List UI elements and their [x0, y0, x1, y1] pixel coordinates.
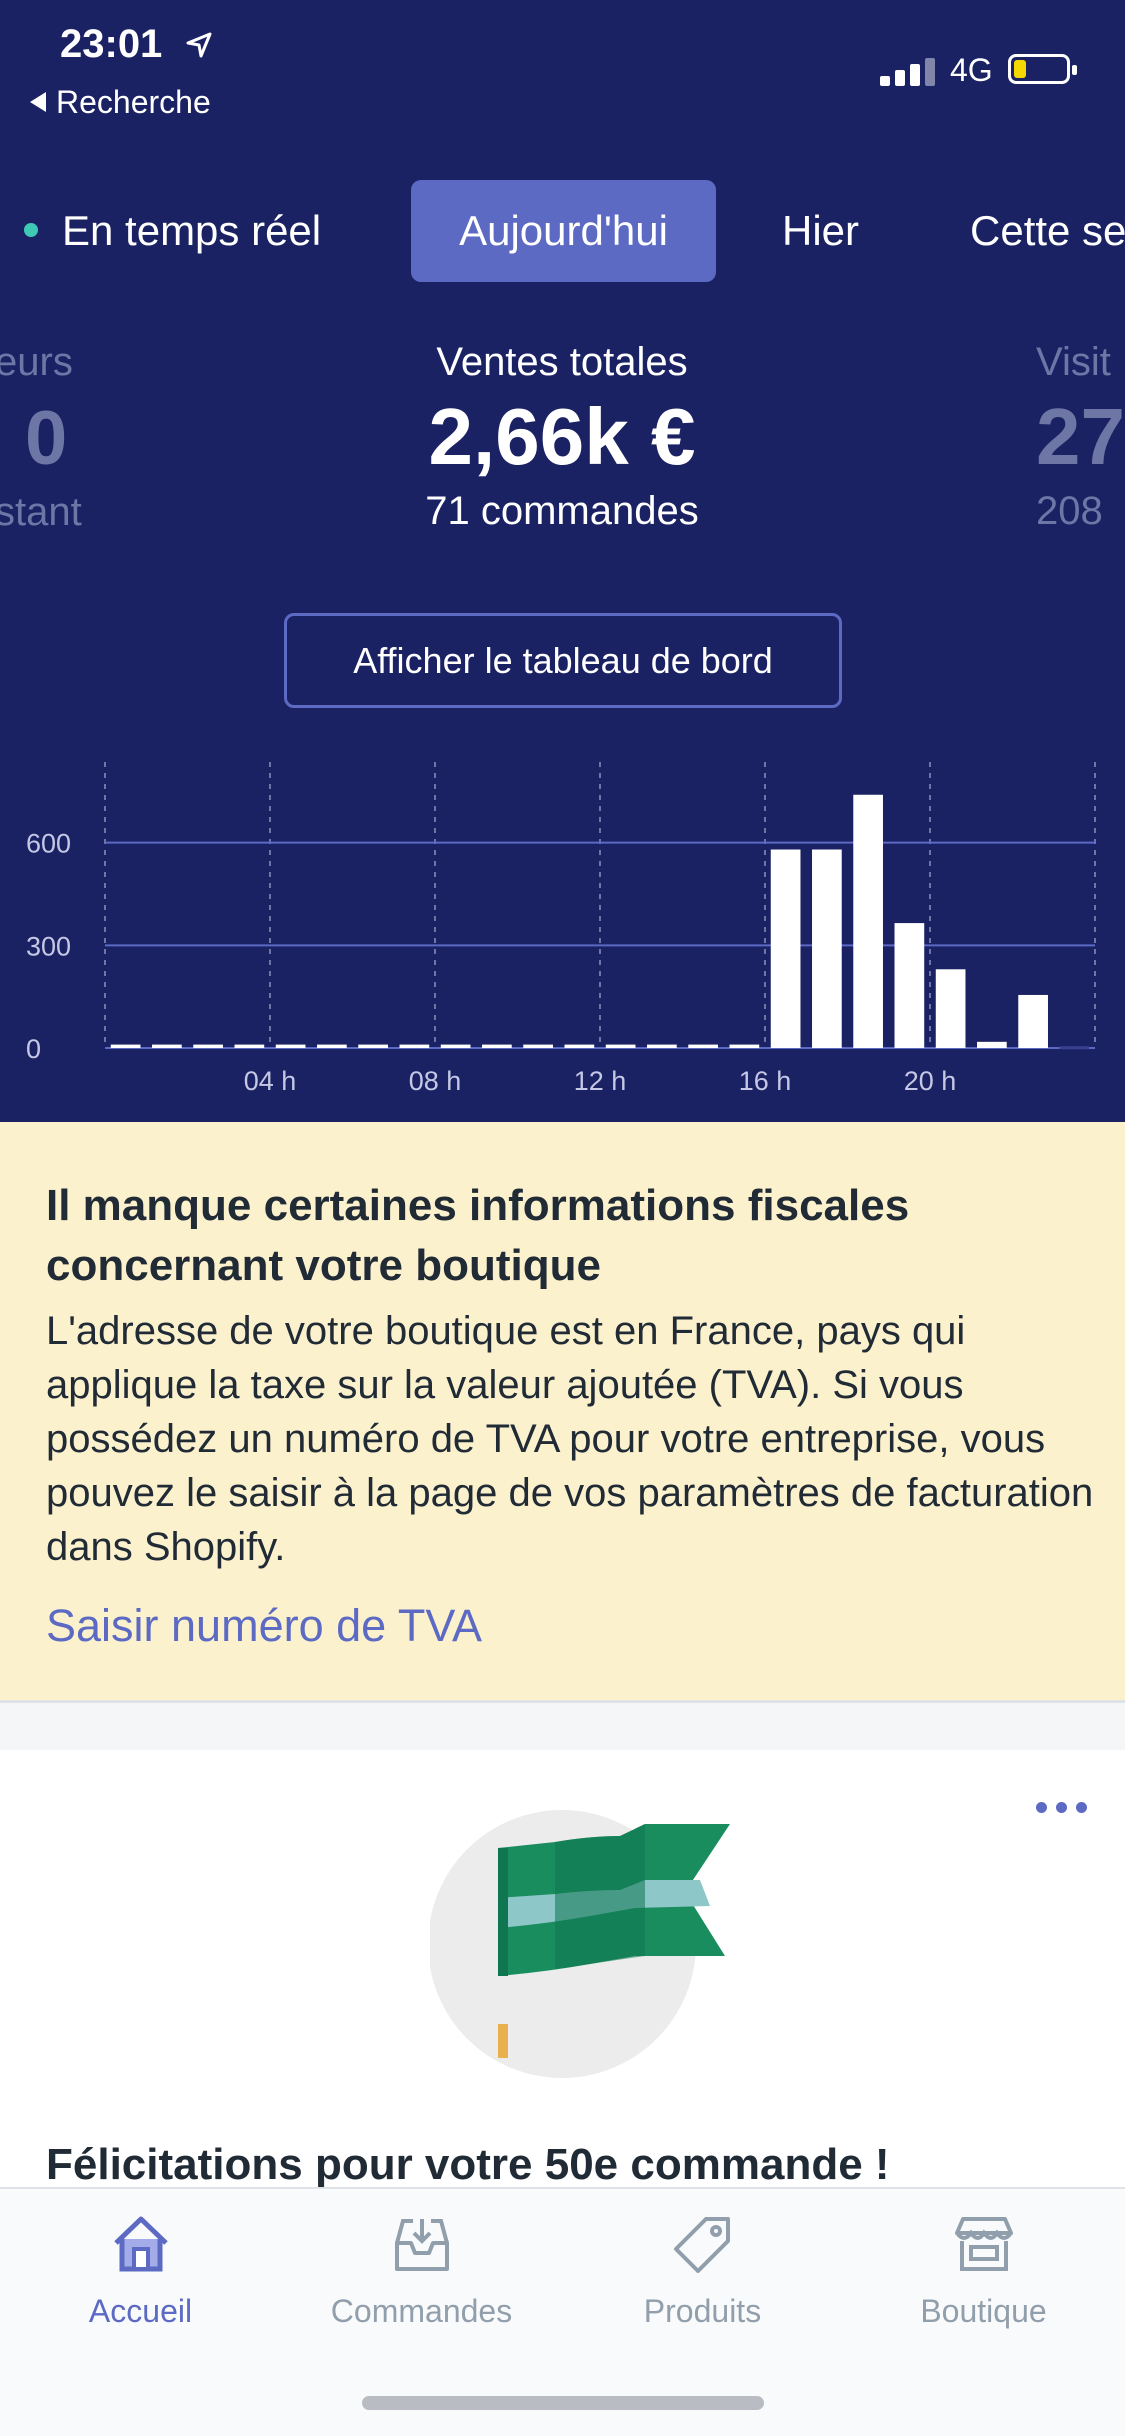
- metric-value: 0: [25, 396, 68, 481]
- tab-today[interactable]: Aujourd'hui: [411, 180, 716, 282]
- chart-bar: [853, 794, 883, 1048]
- chart-bar: [482, 1044, 512, 1048]
- chart-bar: [358, 1044, 388, 1048]
- metric-sub: stant: [0, 490, 82, 534]
- show-dashboard-button[interactable]: Afficher le tableau de bord: [284, 613, 842, 708]
- tab-orders-label: Commandes: [330, 2293, 513, 2329]
- metric-total-sales[interactable]: Ventes totales 2,66k € 71 commandes: [262, 340, 862, 534]
- metric-visits[interactable]: Visit 27 208: [1036, 340, 1125, 534]
- back-to-search[interactable]: Recherche: [30, 84, 211, 121]
- chart-bar: [1018, 994, 1048, 1048]
- metric-label: Visit: [1036, 340, 1111, 384]
- x-tick-label: 08 h: [409, 1066, 462, 1096]
- tab-orders[interactable]: Commandes: [281, 2189, 562, 2349]
- metric-visitors-now[interactable]: eurs 0 stant: [0, 340, 95, 535]
- chart-bar: [812, 849, 842, 1048]
- tab-products[interactable]: Produits: [562, 2189, 843, 2349]
- chart-bar: [647, 1044, 677, 1048]
- flag-illustration: [430, 1810, 730, 2078]
- tag-icon: [674, 2217, 730, 2273]
- metric-label: Ventes totales: [436, 340, 688, 384]
- orders-inbox-icon: [395, 2219, 449, 2271]
- x-tick-label: 04 h: [244, 1066, 297, 1096]
- battery-icon: [1008, 54, 1077, 84]
- chart-bar: [1059, 1046, 1090, 1050]
- metric-label: eurs: [0, 340, 73, 384]
- metric-value: 27: [1036, 392, 1125, 481]
- banner-body: L'adresse de votre boutique est en Franc…: [46, 1309, 1094, 1569]
- chart-bar: [564, 1044, 595, 1048]
- tab-store-label: Boutique: [920, 2293, 1047, 2329]
- chart-bar: [977, 1041, 1007, 1048]
- store-icon: [955, 2217, 1013, 2271]
- chart-bar: [770, 849, 801, 1048]
- section-divider: [0, 1700, 1125, 1750]
- back-arrow-icon: [30, 91, 46, 112]
- y-tick-label: 600: [26, 829, 71, 859]
- card-title: Félicitations pour votre 50e commande !: [46, 2140, 890, 2189]
- tab-products-label: Produits: [643, 2293, 762, 2329]
- chart-bar: [440, 1044, 471, 1048]
- tab-live[interactable]: En temps réel: [24, 180, 321, 282]
- signal-icon: [880, 56, 938, 86]
- chart-bar: [110, 1044, 141, 1048]
- live-dot-icon: [24, 222, 38, 237]
- chart-bar: [894, 923, 925, 1048]
- tab-yesterday[interactable]: Hier: [782, 180, 859, 282]
- chart-bar: [688, 1044, 718, 1048]
- tab-store[interactable]: Boutique: [843, 2189, 1124, 2349]
- chart-bar: [523, 1044, 553, 1048]
- network-type: 4G: [950, 52, 993, 88]
- chart-bar: [317, 1044, 347, 1048]
- chart-bar: [275, 1044, 306, 1048]
- home-icon: [114, 2216, 168, 2272]
- analytics-header: 23:01 Recherche 4G En temps réel Aujourd…: [0, 0, 1125, 1122]
- tab-home-label: Accueil: [88, 2293, 193, 2329]
- metric-sub: 71 commandes: [425, 489, 699, 533]
- chart-bar: [234, 1044, 265, 1048]
- status-time: 23:01: [60, 22, 163, 66]
- more-options-icon[interactable]: [1036, 1800, 1088, 1816]
- y-tick-label: 0: [26, 1034, 41, 1064]
- x-tick-label: 20 h: [904, 1066, 957, 1096]
- chart-bar: [605, 1044, 636, 1048]
- x-tick-label: 16 h: [739, 1066, 792, 1096]
- chart-bar: [935, 969, 966, 1048]
- tax-info-banner: Il manque certaines informations fiscale…: [0, 1122, 1125, 1700]
- chart-bar: [399, 1044, 430, 1048]
- chart-bar: [729, 1044, 760, 1048]
- tab-this-week[interactable]: Cette se: [970, 180, 1125, 282]
- enter-vat-link[interactable]: Saisir numéro de TVA: [46, 1600, 482, 1652]
- chart-bar: [193, 1044, 223, 1048]
- x-tick-label: 12 h: [574, 1066, 627, 1096]
- metric-value: 2,66k €: [428, 392, 696, 481]
- back-label: Recherche: [56, 84, 211, 120]
- tab-home[interactable]: Accueil: [0, 2189, 281, 2349]
- banner-title: Il manque certaines informations fiscale…: [46, 1181, 910, 1290]
- chart-bar: [152, 1044, 182, 1048]
- sales-chart: 600 300 0 04 h 08 h 12 h 16 h 20 h: [26, 762, 1096, 1096]
- metric-sub: 208: [1036, 489, 1103, 533]
- y-tick-label: 300: [26, 931, 71, 961]
- home-indicator: [362, 2396, 764, 2410]
- location-arrow-icon: [186, 32, 212, 58]
- tab-live-label: En temps réel: [62, 207, 322, 254]
